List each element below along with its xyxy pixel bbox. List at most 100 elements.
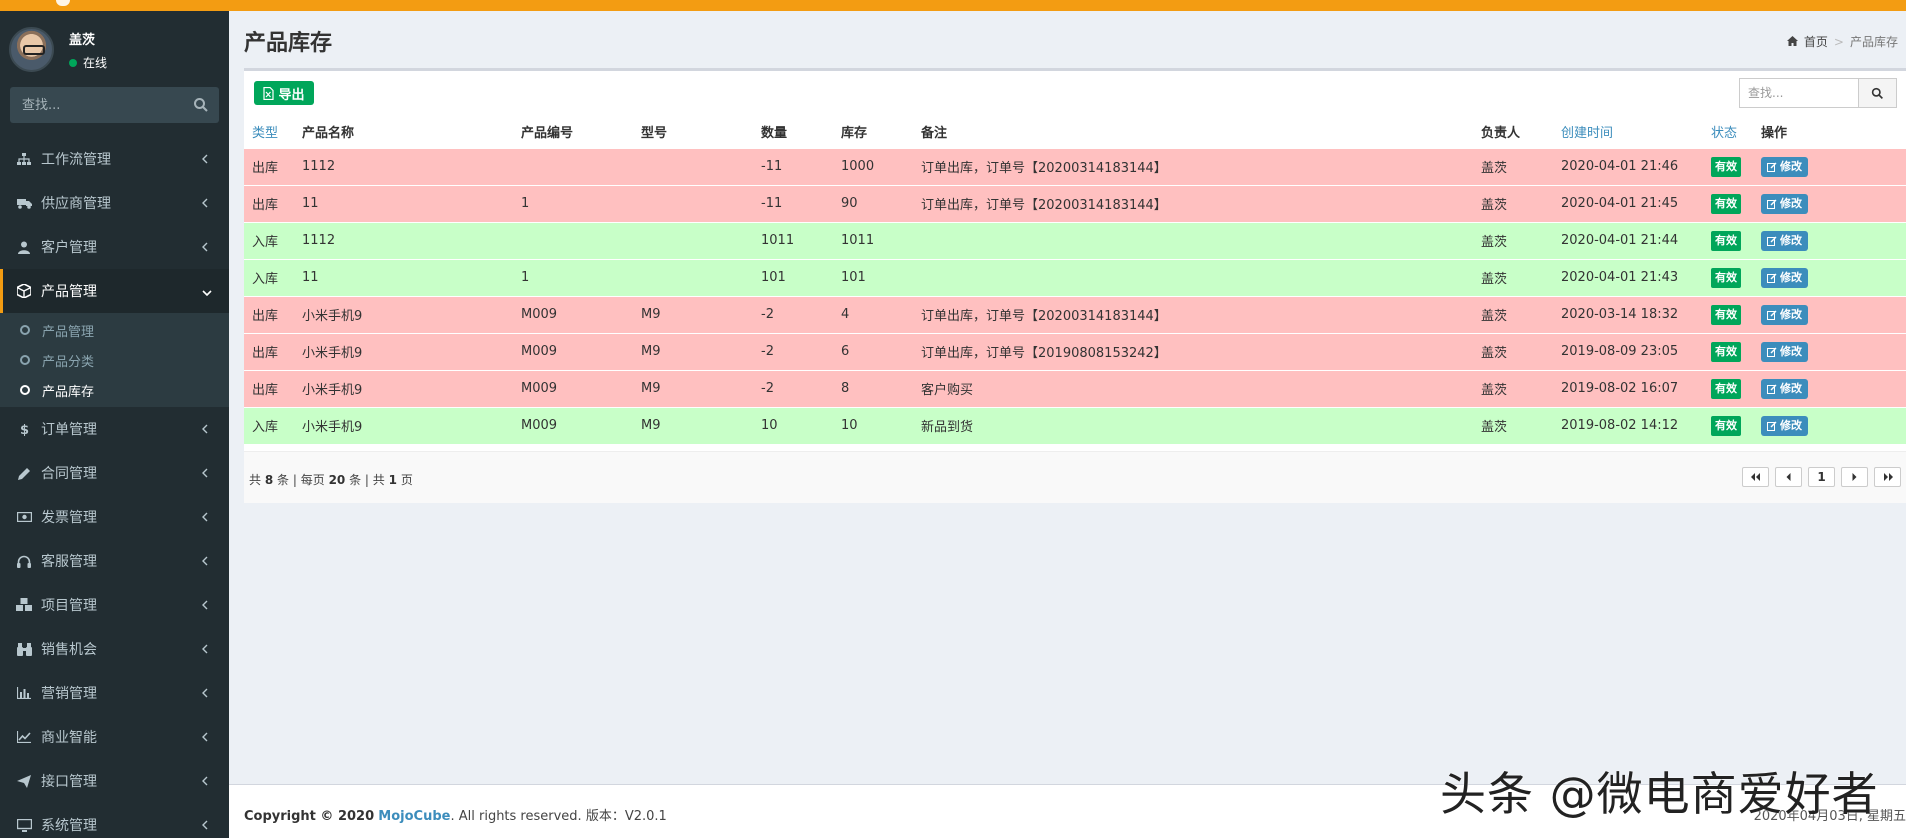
line-chart-icon xyxy=(16,729,32,745)
cell-type: 入库 xyxy=(244,258,294,296)
sidebar-search xyxy=(10,87,219,123)
cell-product-code: 1 xyxy=(513,258,633,296)
headphones-icon xyxy=(16,553,32,569)
header-status[interactable]: 状态 xyxy=(1703,116,1753,148)
cell-status: 有效 xyxy=(1703,221,1753,259)
cell-created-time: 2020-03-14 18:32 xyxy=(1553,295,1703,333)
avatar[interactable] xyxy=(9,27,54,72)
sidebar-item-3[interactable]: 产品管理 xyxy=(0,269,229,313)
cell-created-time: 2019-08-02 16:07 xyxy=(1553,369,1703,407)
sidebar-item-5[interactable]: 合同管理 xyxy=(0,451,229,495)
chevron-left-icon xyxy=(202,240,212,254)
prev-page-button[interactable] xyxy=(1775,467,1802,487)
cell-actions: 修改 xyxy=(1753,406,1906,444)
sidebar-item-11[interactable]: 商业智能 xyxy=(0,715,229,759)
chevron-left-icon xyxy=(202,774,212,788)
cell-remark: 订单出库，订单号【20200314183144】 xyxy=(913,295,1473,333)
cell-product-name: 小米手机9 xyxy=(294,369,513,407)
sidebar-item-6[interactable]: 发票管理 xyxy=(0,495,229,539)
desktop-icon xyxy=(16,817,32,833)
submenu-item-1[interactable]: 产品分类 xyxy=(0,345,229,375)
submenu-item-label: 产品库存 xyxy=(42,384,95,400)
cell-product-code: M009 xyxy=(513,332,633,370)
edit-button-label: 修改 xyxy=(1780,233,1802,247)
submenu-item-2[interactable]: 产品库存 xyxy=(0,375,229,405)
cell-actions: 修改 xyxy=(1753,221,1906,259)
page-number-button[interactable]: 1 xyxy=(1808,467,1835,487)
next-page-button[interactable] xyxy=(1841,467,1868,487)
cell-created-time: 2020-04-01 21:45 xyxy=(1553,184,1703,222)
edit-button[interactable]: 修改 xyxy=(1761,304,1808,325)
chevron-left-icon xyxy=(202,152,212,166)
edit-button[interactable]: 修改 xyxy=(1761,267,1808,288)
submenu-item-0[interactable]: 产品管理 xyxy=(0,315,229,345)
total-prefix: 共 xyxy=(249,473,262,487)
sidebar-item-8[interactable]: 项目管理 xyxy=(0,583,229,627)
cell-status: 有效 xyxy=(1703,258,1753,296)
cell-created-time: 2020-04-01 21:46 xyxy=(1553,147,1703,185)
sidebar-item-4[interactable]: $ 订单管理 xyxy=(0,407,229,451)
sidebar: 盖茨 在线 工作流管理供应商管理客户管理产品管理产品管理产品分类产品库存$订单管… xyxy=(0,11,229,838)
pagination: 1 xyxy=(1742,467,1901,487)
edit-button[interactable]: 修改 xyxy=(1761,193,1808,214)
sitemap-icon xyxy=(16,151,32,167)
edit-button[interactable]: 修改 xyxy=(1761,378,1808,399)
export-button[interactable]: 导出 xyxy=(254,81,314,105)
edit-icon xyxy=(1767,162,1777,172)
cell-product-name: 1112 xyxy=(294,147,513,185)
header-stock: 库存 xyxy=(841,126,868,142)
sidebar-item-9[interactable]: 销售机会 xyxy=(0,627,229,671)
cell-status: 有效 xyxy=(1703,332,1753,370)
header-model: 型号 xyxy=(641,126,668,142)
cell-actions: 修改 xyxy=(1753,332,1906,370)
header-product-name: 产品名称 xyxy=(302,126,355,142)
edit-button-label: 修改 xyxy=(1780,159,1802,173)
sidebar-item-0[interactable]: 工作流管理 xyxy=(0,137,229,181)
cell-model xyxy=(633,258,753,296)
sidebar-item-label: 合同管理 xyxy=(41,466,97,482)
table-search xyxy=(1739,78,1897,108)
edit-button[interactable]: 修改 xyxy=(1761,341,1808,362)
cell-quantity: 101 xyxy=(753,258,833,296)
table-search-button[interactable] xyxy=(1858,79,1896,107)
first-page-button[interactable] xyxy=(1742,467,1769,487)
cell-stock: 1011 xyxy=(833,221,913,259)
sidebar-item-label: 项目管理 xyxy=(41,598,97,614)
sidebar-item-7[interactable]: 客服管理 xyxy=(0,539,229,583)
cell-product-name: 小米手机9 xyxy=(294,406,513,444)
sidebar-item-13[interactable]: 系统管理 xyxy=(0,803,229,838)
edit-button[interactable]: 修改 xyxy=(1761,415,1808,436)
logo-icon xyxy=(56,0,70,6)
cell-actions: 修改 xyxy=(1753,184,1906,222)
sidebar-item-2[interactable]: 客户管理 xyxy=(0,225,229,269)
edit-button[interactable]: 修改 xyxy=(1761,156,1808,177)
breadcrumb-home[interactable]: 首页 xyxy=(1804,33,1828,50)
search-icon[interactable] xyxy=(193,97,209,113)
chevron-left-icon xyxy=(202,686,212,700)
brand-link[interactable]: MojoCube xyxy=(378,809,450,824)
cell-quantity: -2 xyxy=(753,369,833,407)
cell-type: 出库 xyxy=(244,147,294,185)
sidebar-item-1[interactable]: 供应商管理 xyxy=(0,181,229,225)
sidebar-item-label: 系统管理 xyxy=(41,818,97,834)
sidebar-item-10[interactable]: 营销管理 xyxy=(0,671,229,715)
sidebar-menu: 工作流管理 供应商管理 客户管理 产品管理 产品管理 产品分类 产品库存 $ 订单管理 合同管理发… xyxy=(0,137,229,838)
copyright-text: Copyright © 2020 xyxy=(244,809,375,824)
cell-model: M9 xyxy=(633,406,753,444)
sidebar-search-input[interactable] xyxy=(10,87,180,123)
dollar-icon: $ xyxy=(16,421,32,437)
cell-quantity: -2 xyxy=(753,295,833,333)
edit-button[interactable]: 修改 xyxy=(1761,230,1808,251)
sidebar-item-12[interactable]: 接口管理 xyxy=(0,759,229,803)
file-excel-icon xyxy=(263,86,275,100)
table-search-input[interactable] xyxy=(1740,79,1858,107)
chevron-left-icon xyxy=(202,598,212,612)
cell-type: 入库 xyxy=(244,221,294,259)
last-page-button[interactable] xyxy=(1874,467,1901,487)
cell-created-time: 2020-04-01 21:43 xyxy=(1553,258,1703,296)
header-created-time[interactable]: 创建时间 xyxy=(1553,116,1703,148)
bar-chart-icon xyxy=(16,685,32,701)
chevron-left-icon xyxy=(202,730,212,744)
header-type[interactable]: 类型 xyxy=(244,116,294,148)
table-row: 出库 小米手机9 M009 M9 -2 6 订单出库，订单号【20190808153242】… xyxy=(244,332,1906,370)
